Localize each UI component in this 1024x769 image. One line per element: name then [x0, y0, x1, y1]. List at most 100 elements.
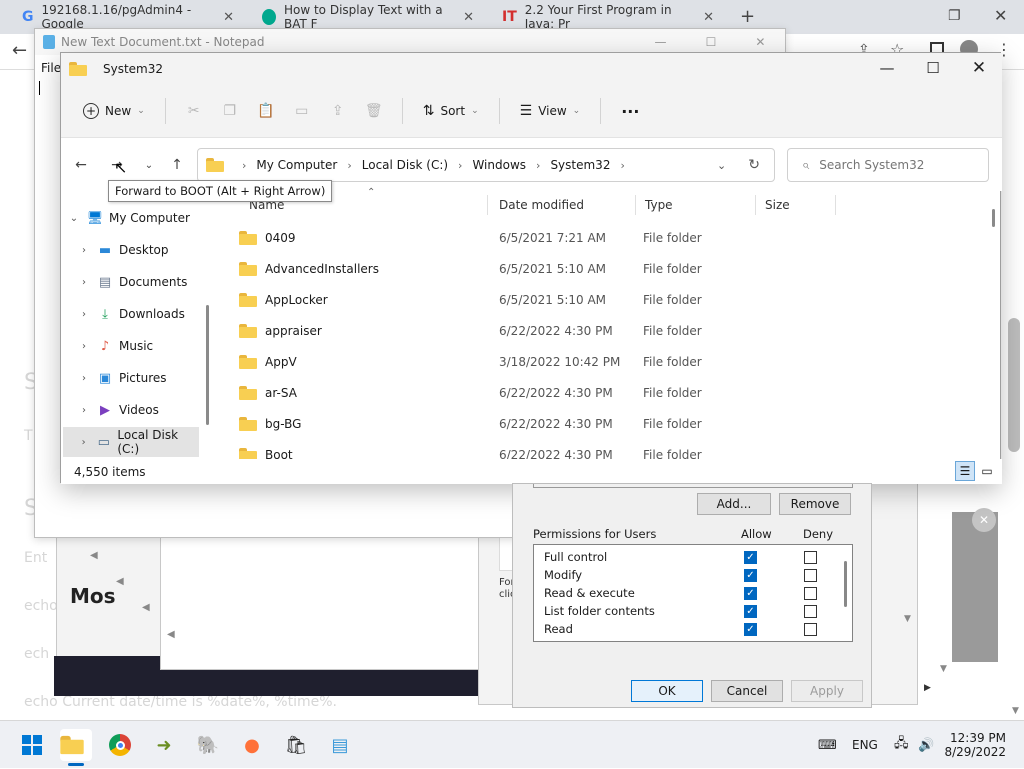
tree-item-my-computer[interactable]: ⌄ 🖥 My Computer	[61, 203, 207, 233]
details-view-icon[interactable]: ☰	[955, 461, 975, 481]
deny-checkbox[interactable]	[804, 551, 817, 564]
notepad-menu-file[interactable]: File	[41, 61, 61, 75]
new-tab-button[interactable]: +	[740, 6, 755, 27]
chevron-right-icon[interactable]: ›	[77, 277, 91, 288]
chevron-right-icon[interactable]: ›	[77, 373, 91, 384]
firefox-icon[interactable]: ●	[236, 729, 268, 761]
table-row[interactable]: 0409 6/5/2021 7:21 AM File folder	[231, 222, 991, 253]
allow-checkbox[interactable]: ✓	[744, 551, 757, 564]
minimize-icon[interactable]: —	[655, 35, 667, 49]
restore-icon[interactable]: ❐	[948, 8, 961, 24]
chevron-down-icon[interactable]: ⌄	[67, 213, 81, 224]
network-icon[interactable]: 🖧	[894, 721, 909, 769]
file-list-scrollbar[interactable]	[992, 209, 995, 227]
minimize-button[interactable]: —	[864, 53, 910, 83]
share-icon[interactable]: ⇪	[322, 95, 354, 127]
scroll-left-arrow-icon[interactable]: ◀	[116, 576, 124, 587]
address-history-chevron-icon[interactable]: ⌄	[717, 159, 726, 172]
column-header-type[interactable]: Type	[637, 191, 753, 219]
table-row[interactable]: AppLocker 6/5/2021 5:10 AM File folder	[231, 284, 991, 315]
tree-item-local-disk[interactable]: › ▭ Local Disk (C:)	[63, 427, 199, 457]
allow-checkbox[interactable]: ✓	[744, 623, 757, 636]
more-options-button[interactable]: ···	[613, 95, 647, 127]
tree-item-music[interactable]: › ♪ Music	[61, 331, 207, 361]
apply-button[interactable]: Apply	[791, 680, 863, 702]
ok-button[interactable]: OK	[631, 680, 703, 702]
column-divider[interactable]	[635, 195, 636, 215]
cancel-button[interactable]: Cancel	[711, 680, 783, 702]
breadcrumb-item[interactable]: Local Disk (C:)	[362, 158, 448, 172]
page-scrollbar[interactable]	[1008, 318, 1020, 452]
close-icon[interactable]: ✕	[972, 508, 996, 532]
table-row[interactable]: AppV 3/18/2022 10:42 PM File folder	[231, 346, 991, 377]
new-button[interactable]: + New ⌄	[75, 95, 153, 127]
column-divider[interactable]	[835, 195, 836, 215]
search-box[interactable]: ⌕	[787, 148, 989, 182]
column-header-size[interactable]: Size	[757, 191, 837, 219]
scroll-left-arrow-icon[interactable]: ◀	[90, 550, 98, 561]
close-icon[interactable]: ✕	[463, 10, 474, 25]
tree-item-documents[interactable]: › ▤ Documents	[61, 267, 207, 297]
view-button[interactable]: ☰ View ⌄	[512, 95, 589, 127]
cut-icon[interactable]: ✂	[178, 95, 210, 127]
chevron-right-icon[interactable]: ›	[77, 245, 91, 256]
close-button[interactable]: ✕	[956, 53, 1002, 83]
notepad-icon[interactable]: ▤	[324, 729, 356, 761]
table-row[interactable]: appraiser 6/22/2022 4:30 PM File folder	[231, 315, 991, 346]
scroll-down-arrow-icon[interactable]: ▼	[904, 614, 911, 624]
scroll-left-arrow-icon[interactable]: ◀	[142, 602, 150, 613]
search-input[interactable]	[819, 158, 970, 172]
app-arrow-icon[interactable]: ➜	[148, 729, 180, 761]
column-divider[interactable]	[755, 195, 756, 215]
table-row[interactable]: bg-BG 6/22/2022 4:30 PM File folder	[231, 408, 991, 439]
scroll-down-arrow-icon[interactable]: ▼	[940, 664, 947, 674]
back-arrow-icon[interactable]: ←	[67, 152, 95, 178]
close-icon[interactable]: ✕	[223, 10, 234, 25]
chrome-icon[interactable]	[104, 729, 136, 761]
paste-icon[interactable]: 📋	[250, 95, 282, 127]
breadcrumb-item[interactable]: My Computer	[256, 158, 337, 172]
store-icon[interactable]: 🛍	[280, 729, 312, 761]
close-icon[interactable]: ✕	[994, 6, 1007, 25]
keyboard-icon[interactable]: ⌨	[818, 721, 837, 769]
tree-item-videos[interactable]: › ▶ Videos	[61, 395, 207, 425]
up-arrow-icon[interactable]: ↑	[163, 152, 191, 178]
add-button[interactable]: Add...	[697, 493, 771, 515]
navigation-pane-scrollbar[interactable]	[206, 305, 209, 425]
tree-item-pictures[interactable]: › ▣ Pictures	[61, 363, 207, 393]
breadcrumb-item[interactable]: System32	[550, 158, 610, 172]
maximize-icon[interactable]: ☐	[706, 35, 717, 49]
start-icon[interactable]	[16, 729, 48, 761]
copy-icon[interactable]: ❐	[214, 95, 246, 127]
deny-checkbox[interactable]	[804, 569, 817, 582]
sort-button[interactable]: ⇅ Sort ⌄	[415, 95, 487, 127]
file-explorer-icon[interactable]	[60, 729, 92, 761]
table-row[interactable]: AdvancedInstallers 6/5/2021 5:10 AM File…	[231, 253, 991, 284]
allow-checkbox[interactable]: ✓	[744, 605, 757, 618]
remove-button[interactable]: Remove	[779, 493, 851, 515]
allow-checkbox[interactable]: ✓	[744, 587, 757, 600]
tree-item-desktop[interactable]: › ▬ Desktop	[61, 235, 207, 265]
permissions-scrollbar[interactable]	[844, 561, 847, 607]
scroll-down-arrow-icon[interactable]: ▼	[1012, 706, 1019, 716]
chevron-right-icon[interactable]: ›	[77, 341, 91, 352]
column-divider[interactable]	[487, 195, 488, 215]
tiles-view-icon[interactable]: ▭	[977, 461, 997, 481]
rename-icon[interactable]: ▭	[286, 95, 318, 127]
allow-checkbox[interactable]: ✓	[744, 569, 757, 582]
table-row[interactable]: ar-SA 6/22/2022 4:30 PM File folder	[231, 377, 991, 408]
scroll-right-arrow-icon[interactable]: ▶	[924, 683, 931, 693]
close-icon[interactable]: ✕	[755, 35, 765, 49]
refresh-icon[interactable]: ↻	[748, 157, 760, 173]
deny-checkbox[interactable]	[804, 623, 817, 636]
clock[interactable]: 12:39 PM 8/29/2022	[944, 721, 1006, 769]
maximize-button[interactable]: ☐	[910, 53, 956, 83]
language-indicator[interactable]: ENG	[852, 721, 878, 769]
scroll-left-arrow-icon[interactable]: ◀	[167, 629, 175, 640]
volume-icon[interactable]: 🔊	[918, 721, 934, 769]
chevron-right-icon[interactable]: ›	[77, 437, 90, 448]
deny-checkbox[interactable]	[804, 587, 817, 600]
address-bar[interactable]: › My Computer › Local Disk (C:) › Window…	[197, 148, 775, 182]
column-header-date[interactable]: Date modified	[491, 191, 631, 219]
recent-locations-chevron-icon[interactable]: ⌄	[135, 152, 163, 178]
